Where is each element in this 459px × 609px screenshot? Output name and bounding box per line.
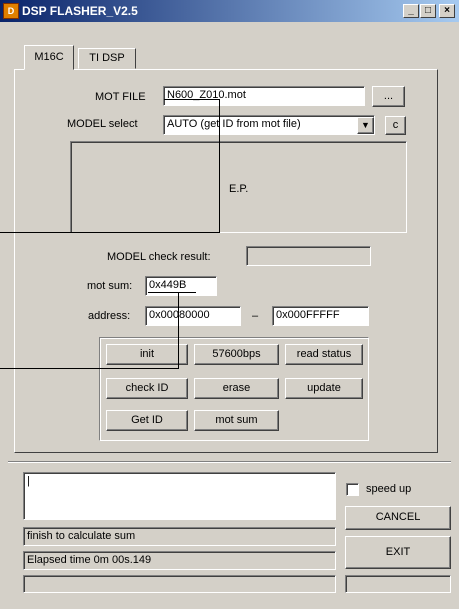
speed-up-label: speed up [366, 483, 412, 495]
address-end-field[interactable]: 0x000FFFFF [272, 306, 369, 326]
callout-line-mot-sum-horizontal [0, 368, 179, 369]
title-bar[interactable]: D DSP FLASHER_V2.5 _ □ × [0, 0, 459, 22]
log-textbox[interactable]: | [23, 472, 336, 520]
model-check-label: MODEL check result: [107, 251, 211, 263]
erase-button[interactable]: erase [194, 378, 279, 399]
tab-ti-dsp[interactable]: TI DSP [78, 48, 136, 69]
callout-line-mot-file-vertical [219, 99, 220, 233]
minimize-button[interactable]: _ [403, 4, 419, 18]
mot-sum-button[interactable]: mot sum [194, 410, 279, 431]
window-title: DSP FLASHER_V2.5 [22, 4, 138, 18]
ep-label: E.P. [229, 183, 249, 195]
mot-file-label: MOT FILE [95, 91, 146, 103]
speed-up-checkbox[interactable] [346, 483, 359, 496]
callout-underline-mot-sum [148, 292, 196, 293]
mot-sum-label: mot sum: [87, 280, 133, 292]
status-line-1: finish to calculate sum [23, 527, 336, 546]
model-select-label: MODEL select [67, 118, 138, 130]
tab-m16c[interactable]: M16C [24, 45, 74, 70]
chevron-down-icon[interactable]: ▼ [357, 117, 374, 134]
exit-button[interactable]: EXIT [345, 536, 451, 569]
close-button[interactable]: × [439, 4, 455, 18]
address-label: address: [88, 310, 131, 322]
status-box-small [345, 575, 451, 593]
callout-line-mot-sum-vertical [178, 292, 179, 369]
read-status-button[interactable]: read status [285, 344, 363, 365]
ep-box: E.P. [70, 141, 407, 233]
model-check-result-field [246, 246, 371, 266]
callout-line-mot-file-horizontal [0, 232, 220, 233]
application-window: D DSP FLASHER_V2.5 _ □ × M16C TI DSP MOT… [0, 0, 459, 609]
init-button[interactable]: init [106, 344, 188, 365]
progress-bar [23, 575, 336, 593]
address-dash: – [252, 310, 259, 322]
status-line-2: Elapsed time 0m 00s.149 [23, 551, 336, 570]
maximize-button[interactable]: □ [420, 4, 436, 18]
baud-rate-button[interactable]: 57600bps [194, 344, 279, 365]
address-start-field[interactable]: 0x00080000 [145, 306, 241, 326]
mot-file-input[interactable]: N600_Z010.mot [163, 86, 365, 106]
model-select-dropdown[interactable]: AUTO (get ID from mot file) [163, 115, 375, 135]
app-icon: D [3, 3, 19, 19]
cancel-button[interactable]: CANCEL [345, 506, 451, 530]
get-id-button[interactable]: Get ID [106, 410, 188, 431]
browse-button[interactable]: ... [372, 86, 405, 107]
separator [8, 461, 451, 463]
update-button[interactable]: update [285, 378, 363, 399]
check-id-button[interactable]: check ID [106, 378, 188, 399]
mot-sum-field: 0x449B [145, 276, 217, 296]
c-button[interactable]: c [385, 116, 406, 135]
callout-underline-mot-file [164, 99, 220, 100]
